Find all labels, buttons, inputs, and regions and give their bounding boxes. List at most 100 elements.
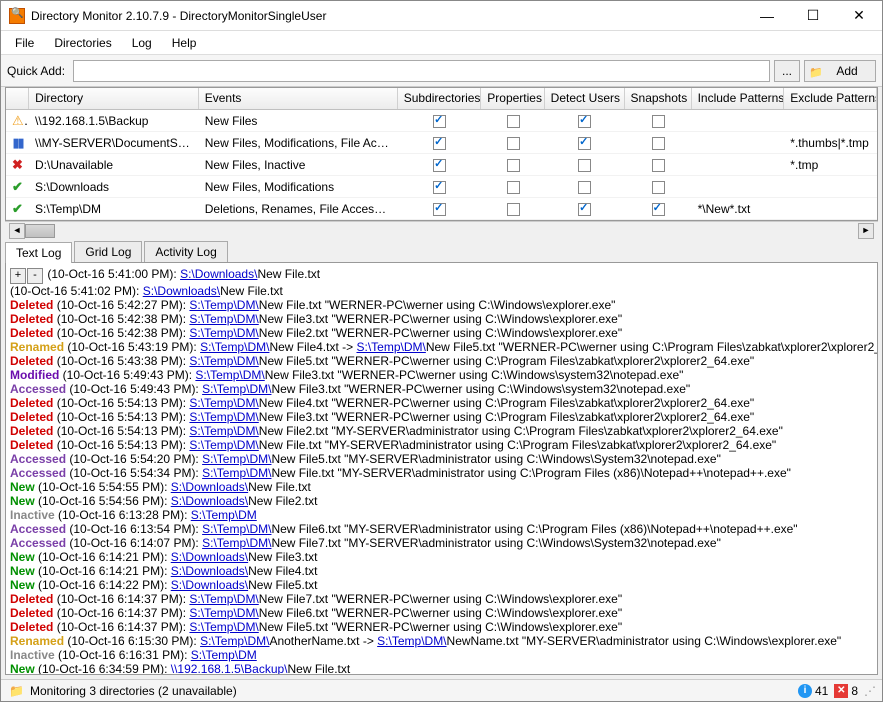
cell-directory: S:\Temp\DM (29, 200, 199, 218)
path-link[interactable]: S:\Temp\DM\ (189, 326, 258, 340)
checkbox[interactable] (652, 181, 665, 194)
checkbox[interactable] (578, 115, 591, 128)
col-subdirectories[interactable]: Subdirectories (398, 88, 482, 109)
checkbox[interactable] (578, 203, 591, 216)
path-link[interactable]: S:\Temp\DM\ (202, 452, 271, 466)
path-link[interactable]: S:\Temp\DM\ (189, 410, 258, 424)
scroll-left-icon[interactable]: ◄ (9, 223, 25, 239)
table-row[interactable]: ✖ D:\Unavailable New Files, Inactive *.t… (6, 154, 877, 176)
col-status[interactable] (6, 88, 29, 109)
checkbox[interactable] (507, 203, 520, 216)
collapse-button[interactable]: - (27, 268, 43, 284)
cell-include (692, 119, 785, 123)
path-link[interactable]: S:\Temp\DM\ (189, 396, 258, 410)
path-link[interactable]: S:\Temp\DM\ (377, 634, 446, 648)
close-button[interactable]: ✕ (836, 1, 882, 31)
tab-grid-log[interactable]: Grid Log (74, 241, 142, 262)
event-type: Accessed (10, 536, 66, 550)
path-link[interactable]: S:\Downloads\ (171, 578, 248, 592)
log-line: New (10-Oct-16 6:14:21 PM): S:\Downloads… (10, 550, 873, 564)
info-badge[interactable]: i41 (798, 684, 828, 698)
log-line: Deleted (10-Oct-16 5:54:13 PM): S:\Temp\… (10, 438, 873, 452)
menu-directories[interactable]: Directories (44, 33, 121, 53)
checkbox[interactable] (433, 159, 446, 172)
browse-button[interactable]: ... (774, 60, 800, 82)
menu-help[interactable]: Help (162, 33, 207, 53)
checkbox[interactable] (507, 159, 520, 172)
log-line: (10-Oct-16 5:41:02 PM): S:\Downloads\New… (10, 284, 873, 298)
checkbox[interactable] (433, 181, 446, 194)
checkbox[interactable] (433, 115, 446, 128)
checkbox[interactable] (507, 115, 520, 128)
cell-directory: S:\Downloads (29, 178, 199, 196)
add-button[interactable]: Add (804, 60, 876, 82)
checkbox[interactable] (652, 203, 665, 216)
path-link[interactable]: S:\Temp\DM\ (195, 368, 264, 382)
text-log-panel[interactable]: +- (10-Oct-16 5:41:00 PM): S:\Downloads\… (5, 262, 878, 675)
folder-icon: 📁 (9, 684, 24, 698)
cell-exclude (784, 185, 877, 189)
log-line: Deleted (10-Oct-16 5:43:38 PM): S:\Temp\… (10, 354, 873, 368)
path-link[interactable]: S:\Downloads\ (171, 494, 248, 508)
path-link[interactable]: S:\Downloads\ (180, 267, 257, 281)
path-link[interactable]: S:\Temp\DM\ (189, 592, 258, 606)
col-events[interactable]: Events (199, 88, 398, 109)
path-link[interactable]: S:\Temp\DM\ (189, 620, 258, 634)
minimize-button[interactable]: — (744, 1, 790, 31)
path-link[interactable]: S:\Temp\DM\ (202, 536, 271, 550)
checkbox[interactable] (578, 137, 591, 150)
col-detect-users[interactable]: Detect Users (545, 88, 625, 109)
checkbox[interactable] (507, 181, 520, 194)
checkbox[interactable] (652, 137, 665, 150)
checkbox[interactable] (652, 115, 665, 128)
path-link[interactable]: S:\Downloads\ (171, 564, 248, 578)
path-link[interactable]: S:\Temp\DM\ (189, 298, 258, 312)
path-link[interactable]: S:\Temp\DM\ (356, 340, 425, 354)
path-link[interactable]: S:\Downloads\ (171, 550, 248, 564)
col-snapshots[interactable]: Snapshots (625, 88, 692, 109)
path-link[interactable]: S:\Temp\DM (191, 648, 257, 662)
error-badge[interactable]: ✕8 (834, 684, 858, 698)
path-link[interactable]: S:\Temp\DM\ (202, 382, 271, 396)
cell-include: *\New*.txt (692, 200, 785, 218)
path-link[interactable]: S:\Downloads\ (171, 480, 248, 494)
expand-button[interactable]: + (10, 268, 26, 284)
checkbox[interactable] (433, 137, 446, 150)
log-line: Modified (10-Oct-16 5:49:43 PM): S:\Temp… (10, 368, 873, 382)
tab-activity-log[interactable]: Activity Log (144, 241, 227, 262)
path-link[interactable]: S:\Temp\DM\ (202, 522, 271, 536)
path-link[interactable]: S:\Temp\DM\ (202, 466, 271, 480)
scroll-thumb[interactable] (25, 224, 55, 238)
path-link[interactable]: S:\Temp\DM\ (200, 634, 269, 648)
col-exclude-patterns[interactable]: Exclude Patterns (784, 88, 877, 109)
col-properties[interactable]: Properties (481, 88, 544, 109)
resize-grip-icon[interactable]: ⋰ (864, 684, 874, 698)
checkbox[interactable] (652, 159, 665, 172)
path-link[interactable]: S:\Temp\DM (191, 508, 257, 522)
checkbox[interactable] (578, 181, 591, 194)
tab-text-log[interactable]: Text Log (5, 242, 72, 263)
col-directory[interactable]: Directory (29, 88, 199, 109)
path-link[interactable]: S:\Temp\DM\ (189, 424, 258, 438)
table-row[interactable]: ✔ S:\Downloads New Files, Modifications (6, 176, 877, 198)
path-link[interactable]: S:\Temp\DM\ (189, 354, 258, 368)
quick-add-input[interactable] (73, 60, 770, 82)
table-row[interactable]: ⚠ \\192.168.1.5\Backup New Files (6, 110, 877, 132)
table-row[interactable]: ✔ S:\Temp\DM Deletions, Renames, File Ac… (6, 198, 877, 220)
path-link[interactable]: S:\Temp\DM\ (189, 438, 258, 452)
path-link[interactable]: S:\Temp\DM\ (189, 312, 258, 326)
checkbox[interactable] (578, 159, 591, 172)
checkbox[interactable] (433, 203, 446, 216)
scroll-right-icon[interactable]: ► (858, 223, 874, 239)
table-row[interactable]: ▮▮ \\MY-SERVER\DocumentShare New Files, … (6, 132, 877, 154)
path-link[interactable]: S:\Temp\DM\ (189, 606, 258, 620)
grid-hscrollbar[interactable]: ◄ ► (5, 221, 878, 239)
path-link[interactable]: S:\Downloads\ (143, 284, 220, 298)
col-include-patterns[interactable]: Include Patterns (692, 88, 785, 109)
menu-file[interactable]: File (5, 33, 44, 53)
checkbox[interactable] (507, 137, 520, 150)
menu-log[interactable]: Log (122, 33, 162, 53)
path-link[interactable]: \\192.168.1.5\Backup\ (171, 662, 288, 675)
maximize-button[interactable]: ☐ (790, 1, 836, 31)
path-link[interactable]: S:\Temp\DM\ (200, 340, 269, 354)
